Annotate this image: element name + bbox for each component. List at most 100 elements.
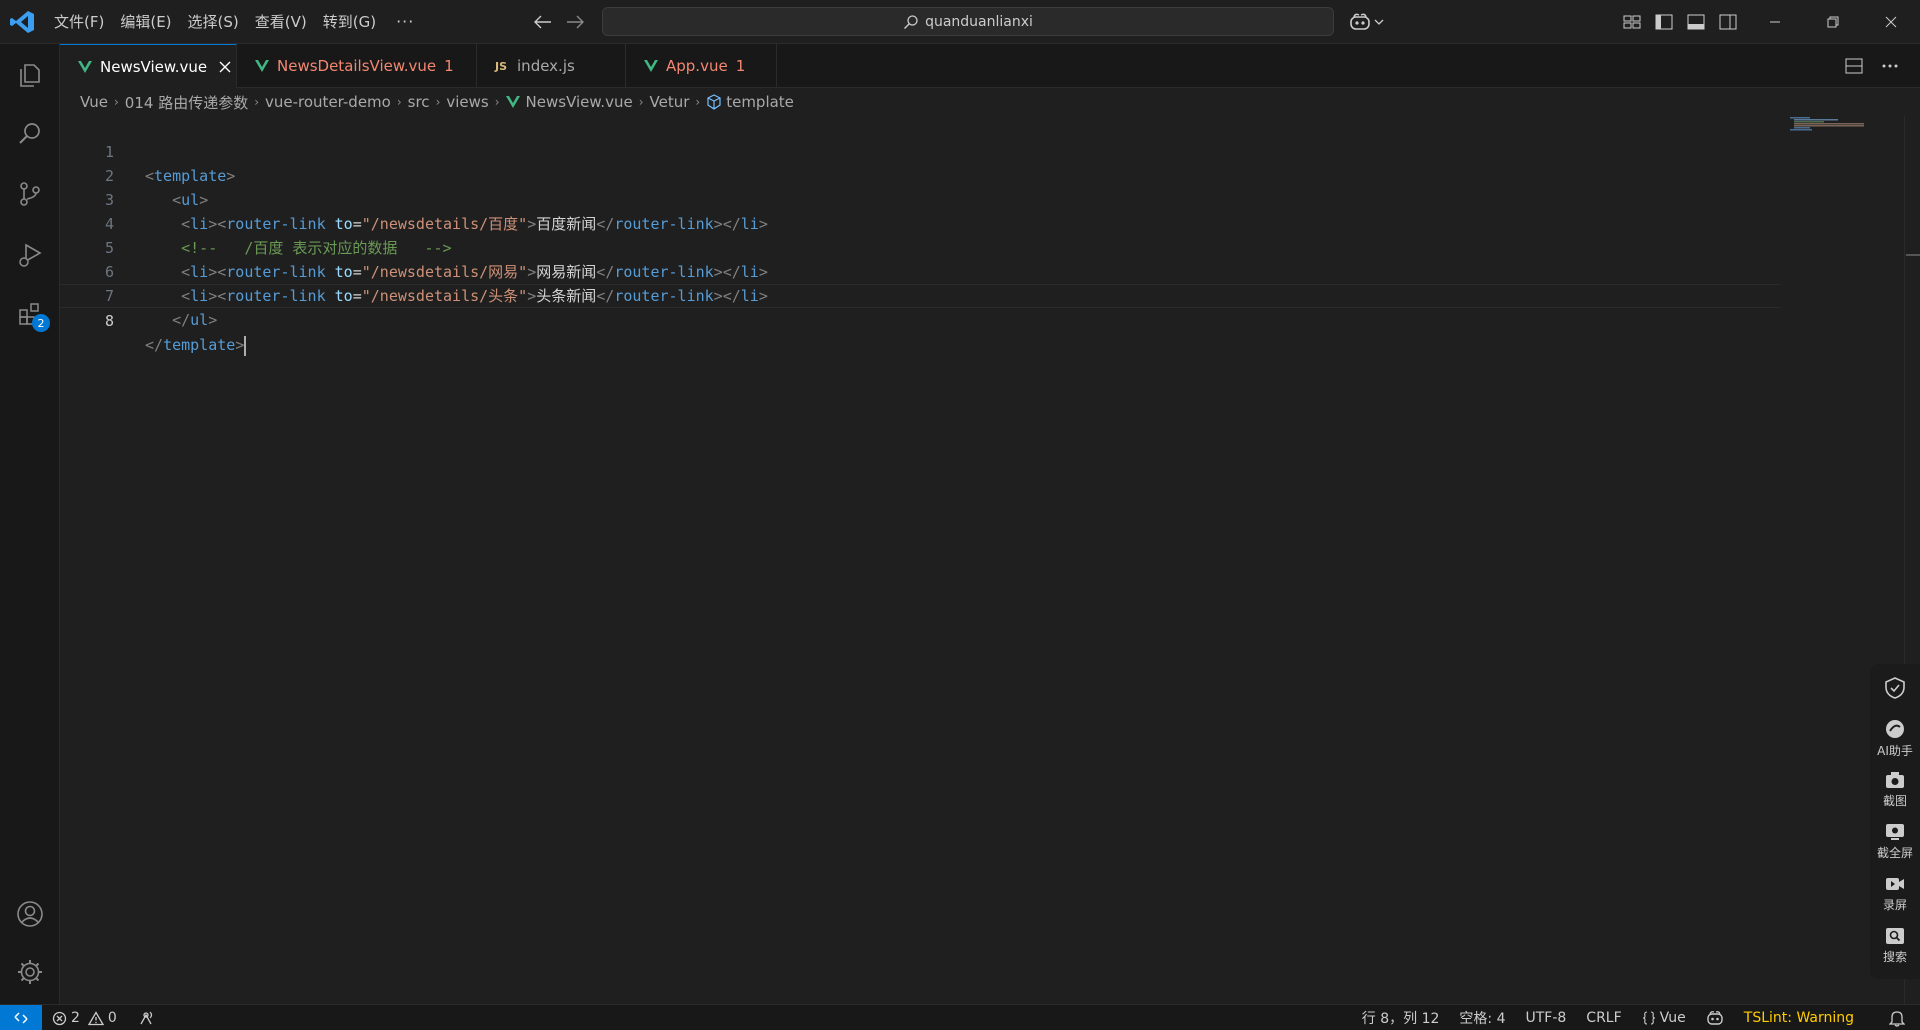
copilot-button[interactable] [1348,10,1390,34]
image-search-label: 搜索 [1882,950,1907,964]
chevron-right-icon: › [638,95,644,109]
menu-edit[interactable]: 编辑(E) [112,0,179,44]
code-line: 4 <!-- /百度 表示对应的数据 --> [60,188,1780,257]
shield-button[interactable] [1870,676,1920,702]
restore-icon[interactable] [1804,0,1862,44]
minimap[interactable] [1790,116,1864,132]
toggle-secondary-sidebar-icon[interactable] [1716,10,1740,34]
accounts-button[interactable] [0,886,60,942]
ai-assistant-button[interactable]: AI助手 [1870,718,1920,759]
breadcrumb-file[interactable]: NewsView.vue [505,93,633,111]
tab-label: App.vue [666,57,728,75]
screen-record-label: 录屏 [1882,898,1907,912]
extensions-button[interactable]: 2 [0,286,60,342]
close-icon[interactable] [1862,0,1920,44]
tab-problem-count: 1 [735,57,746,75]
run-debug-button[interactable] [0,226,60,282]
fullscreen-shot-button[interactable]: 截全屏 [1870,822,1920,861]
editor-actions [1842,54,1902,78]
breadcrumb-symbol[interactable]: template [706,93,794,111]
tab-label: NewsDetailsView.vue [277,57,437,75]
toggle-primary-sidebar-icon[interactable] [1652,10,1676,34]
activity-bar: 2 [0,44,60,1004]
menu-go[interactable]: 转到(G) [315,0,384,44]
breadcrumb-item[interactable]: Vetur [650,93,690,111]
code-line-current: 8 </template> [60,284,1780,356]
encoding[interactable]: UTF-8 [1515,1010,1576,1026]
bell-icon [1889,1011,1905,1027]
copilot-status[interactable] [1696,1010,1734,1026]
warning-count: 0 [107,1010,117,1026]
code-line: 1 <template> [60,116,1780,185]
copilot-icon [1707,1011,1723,1025]
broadcast-icon[interactable] [137,1010,155,1026]
layout-controls [1620,10,1740,34]
tab-app-vue[interactable]: App.vue 1 [626,44,777,88]
tab-newsdetailsview[interactable]: NewsDetailsView.vue 1 [237,44,477,88]
toggle-panel-icon[interactable] [1684,10,1708,34]
menu-view[interactable]: 查看(V) [247,0,315,44]
status-bar-right: 行 8，列 12 空格: 4 UTF-8 CRLF Vue TSLint: Wa… [1352,1005,1864,1030]
tab-problem-count: 1 [444,57,454,75]
cursor-position[interactable]: 行 8，列 12 [1352,1008,1450,1028]
remote-indicator-button[interactable] [0,1005,42,1030]
breadcrumb-item[interactable]: 014 路由传递参数 [125,92,248,113]
source-control-icon [20,182,40,206]
search-button[interactable] [0,106,60,162]
chevron-right-icon: › [113,95,119,109]
line-ending[interactable]: CRLF [1576,1010,1631,1026]
source-control-button[interactable] [0,166,60,222]
code-editor[interactable]: 1 <template> 2 <ul> 3 <li><router-link t… [60,116,1920,1004]
close-tab-icon[interactable] [217,59,233,75]
breadcrumb-item[interactable]: src [408,93,430,111]
text-cursor [244,335,247,356]
tab-newsview[interactable]: NewsView.vue [60,44,237,88]
customize-layout-icon[interactable] [1620,10,1644,34]
tab-index-js[interactable]: JS index.js [477,44,626,88]
symbol-cube-icon [707,94,721,110]
forward-arrow-icon[interactable] [563,10,587,34]
breadcrumb: Vue › 014 路由传递参数 › vue-router-demo › src… [80,88,794,116]
ai-assistant-label: AI助手 [1877,744,1913,758]
menu-more-button[interactable]: ··· [384,0,426,44]
indentation[interactable]: 空格: 4 [1449,1008,1515,1028]
language-mode[interactable]: Vue [1632,1010,1696,1026]
tab-label: NewsView.vue [100,57,208,76]
screen-record-button[interactable]: 录屏 [1870,874,1920,913]
screenshot-button[interactable]: 截图 [1870,770,1920,809]
js-file-icon: JS [495,59,508,73]
minimize-icon[interactable] [1746,0,1804,44]
menu-selection[interactable]: 选择(S) [180,0,247,44]
image-search-button[interactable]: 搜索 [1870,926,1920,965]
command-center-search[interactable]: quanduanlianxi [602,7,1334,36]
shield-check-icon [1885,677,1905,699]
workspace-name: quanduanlianxi [925,13,1033,30]
breadcrumb-item[interactable]: Vue [80,93,108,111]
manage-button[interactable] [0,944,60,1000]
search-icon [904,14,918,29]
line-number: 8 [104,312,114,330]
fullscreen-shot-label: 截全屏 [1876,846,1913,860]
explorer-button[interactable] [0,46,60,102]
scrollbar-cursor-marker [1906,254,1920,256]
screenshot-label: 截图 [1882,794,1907,808]
warning-icon [87,1010,104,1025]
problems-indicator[interactable]: 2 0 [52,1005,155,1030]
menu-file[interactable]: 文件(F) [46,0,112,44]
files-icon [20,64,40,87]
breadcrumb-item[interactable]: views [446,93,488,111]
gear-icon [18,960,42,984]
notifications-button[interactable] [1886,1007,1908,1029]
window-controls [1746,0,1920,44]
more-actions-icon[interactable] [1878,54,1902,78]
breadcrumb-item[interactable]: vue-router-demo [265,93,391,111]
chevron-right-icon: › [254,95,260,109]
status-bar: 2 0 行 8，列 12 空格: 4 UTF-8 CRLF Vue TSLint… [0,1004,1920,1030]
split-editor-icon[interactable] [1842,54,1866,78]
code-line: 6 <li><router-link to="/newsdetails/头条">… [60,236,1780,305]
tslint-status[interactable]: TSLint: Warning [1734,1010,1864,1026]
remote-icon [14,1012,28,1024]
back-arrow-icon[interactable] [531,10,555,34]
language-label: Vue [1659,1010,1686,1026]
tab-label: index.js [517,57,575,75]
